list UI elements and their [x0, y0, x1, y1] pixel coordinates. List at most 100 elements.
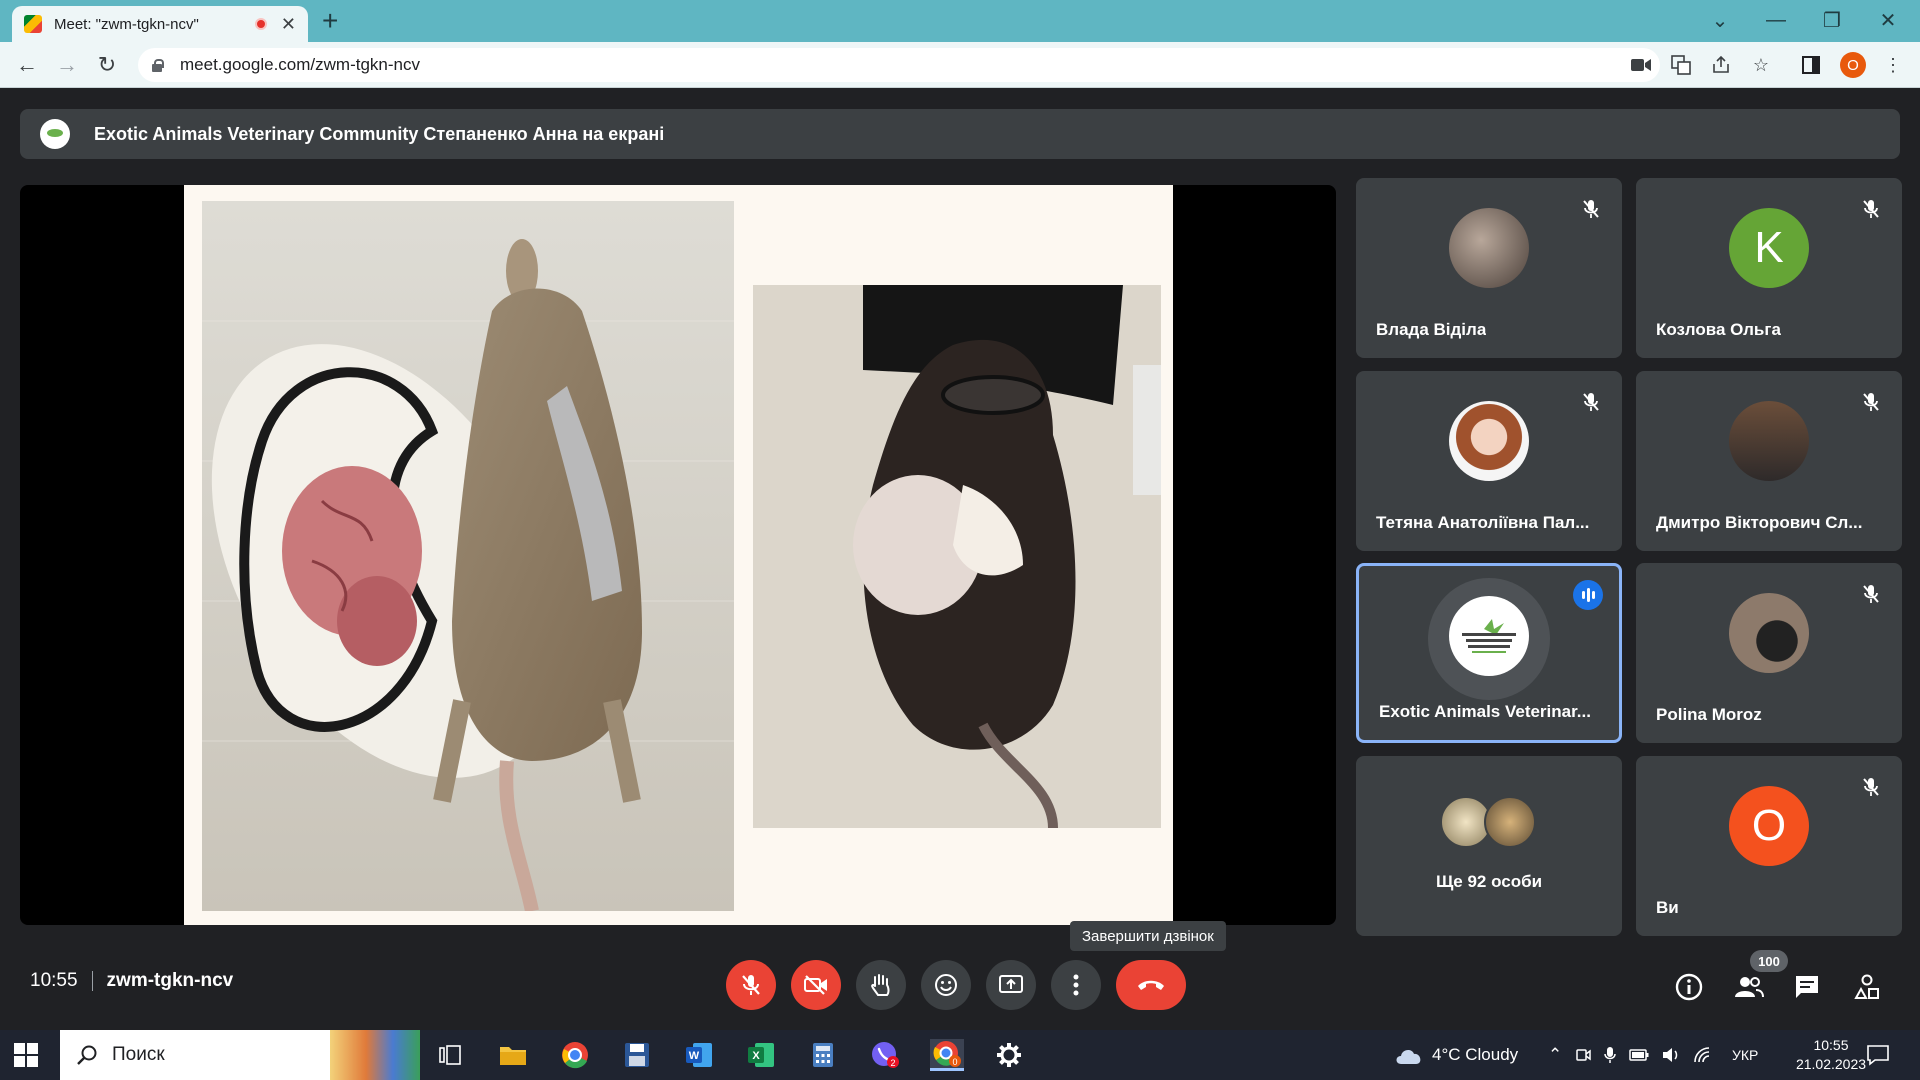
meet-tray-icon[interactable] [1575, 1047, 1591, 1063]
meeting-time: 10:55 [30, 970, 78, 991]
save-app-icon[interactable] [620, 1039, 654, 1071]
present-screen-button[interactable] [986, 960, 1036, 1010]
participant-avatar-photo [1449, 208, 1529, 288]
share-icon[interactable] [1708, 52, 1734, 78]
tab-title: Meet: "zwm-tgkn-ncv" [54, 15, 199, 33]
raise-hand-icon [871, 974, 890, 996]
speaking-indicator-icon [1573, 580, 1603, 610]
divider [91, 971, 93, 991]
bookmark-star-icon[interactable]: ☆ [1748, 52, 1774, 78]
participant-avatar-photo [1449, 401, 1529, 481]
url-input[interactable]: meet.google.com/zwm-tgkn-ncv [138, 48, 1660, 82]
chrome-active-app-icon[interactable]: 0 [930, 1039, 964, 1071]
url-text: meet.google.com/zwm-tgkn-ncv [180, 55, 420, 74]
shared-screen [20, 185, 1336, 925]
participants-count-badge: 100 [1750, 950, 1788, 972]
back-button[interactable]: ← [12, 50, 42, 80]
slide-photo-rat-tumor-removed [202, 201, 734, 911]
mic-off-icon [1578, 389, 1604, 415]
search-icon [77, 1045, 97, 1065]
chevron-up-icon[interactable]: ⌃ [1548, 1045, 1562, 1065]
task-view-icon[interactable] [433, 1039, 467, 1071]
cloud-icon [1396, 1050, 1421, 1064]
taskbar-clock[interactable]: 10:55 21.02.2023 [1790, 1030, 1872, 1080]
new-tab-button[interactable]: + [322, 6, 338, 36]
self-tile[interactable]: О Ви [1636, 756, 1902, 936]
wifi-icon[interactable] [1693, 1047, 1711, 1063]
more-participants-tile[interactable]: Ще 92 особи [1356, 756, 1622, 936]
participant-name: Тетяна Анатоліївна Пал... [1376, 513, 1590, 532]
volume-icon[interactable] [1662, 1047, 1680, 1063]
participant-tile[interactable]: K Козлова Ольга [1636, 178, 1902, 358]
mic-off-icon [1858, 196, 1884, 222]
group-avatar-2 [1484, 796, 1536, 848]
toggle-camera-button[interactable] [791, 960, 841, 1010]
presentation-banner-text: Exotic Animals Veterinary Community Степ… [94, 123, 665, 144]
close-window-button[interactable]: ✕ [1860, 0, 1916, 40]
emoji-icon [935, 974, 957, 996]
participant-tile[interactable]: Polina Moroz [1636, 563, 1902, 743]
reactions-button[interactable] [921, 960, 971, 1010]
end-call-tooltip: Завершити дзвінок [1070, 921, 1226, 951]
more-participants-label: Ще 92 особи [1435, 872, 1543, 891]
settings-gear-icon[interactable] [992, 1039, 1026, 1071]
close-tab-icon[interactable]: ✕ [281, 14, 296, 35]
activities-button[interactable] [1850, 970, 1884, 1004]
battery-icon[interactable] [1629, 1049, 1649, 1061]
chrome-app-icon[interactable] [558, 1039, 592, 1071]
file-explorer-icon[interactable] [496, 1039, 530, 1071]
browser-tab-meet[interactable]: Meet: "zwm-tgkn-ncv" ✕ [12, 6, 308, 42]
participant-avatar-photo [1729, 593, 1809, 673]
profile-avatar[interactable]: O [1840, 52, 1866, 78]
mic-off-icon [742, 975, 760, 995]
search-highlight-image [330, 1030, 420, 1080]
windows-taskbar: Поиск W X 2 0 4°C Cloudy ⌃ УКР 10:55 21.… [0, 1030, 1920, 1080]
chat-button[interactable] [1790, 970, 1824, 1004]
browser-menu-icon[interactable]: ⋮ [1880, 52, 1906, 78]
weather-text: 4°C Cloudy [1432, 1045, 1519, 1064]
participant-tile[interactable]: Дмитро Вікторович Сл... [1636, 371, 1902, 551]
mic-off-icon [1858, 774, 1884, 800]
reload-button[interactable]: ↻ [92, 50, 122, 80]
camera-blocked-icon[interactable] [1628, 52, 1654, 78]
microphone-tray-icon[interactable] [1604, 1046, 1616, 1064]
excel-app-icon[interactable]: X [744, 1039, 778, 1071]
participant-tile[interactable]: Влада Віділа [1356, 178, 1622, 358]
weather-widget[interactable]: 4°C Cloudy [1394, 1030, 1518, 1080]
notifications-icon[interactable] [1866, 1030, 1890, 1080]
viber-badge-count: 2 [890, 1058, 895, 1068]
mic-off-icon [1578, 196, 1604, 222]
activities-shapes-icon [1854, 974, 1879, 999]
info-icon [1675, 973, 1703, 1001]
tab-search-chevron-icon[interactable]: ⌄ [1692, 0, 1748, 40]
presentation-slide [184, 185, 1173, 925]
start-button[interactable] [14, 1043, 38, 1067]
more-options-button[interactable] [1051, 960, 1101, 1010]
participant-tile[interactable]: Тетяна Анатоліївна Пал... [1356, 371, 1622, 551]
forward-button[interactable]: → [52, 50, 82, 80]
translate-icon[interactable] [1668, 52, 1694, 78]
camera-off-icon [804, 975, 827, 995]
toggle-microphone-button[interactable] [726, 960, 776, 1010]
meeting-controls-bar: 10:55 zwm-tgkn-ncv 100 [0, 950, 1920, 1030]
end-call-button[interactable] [1116, 960, 1186, 1010]
raise-hand-button[interactable] [856, 960, 906, 1010]
participant-avatar-photo [1729, 401, 1809, 481]
taskbar-search-box[interactable]: Поиск [60, 1030, 420, 1080]
viber-app-icon[interactable]: 2 [868, 1039, 902, 1071]
restore-button[interactable]: ❐ [1804, 0, 1860, 40]
word-app-icon[interactable]: W [682, 1039, 716, 1071]
side-panel-icon[interactable] [1798, 52, 1824, 78]
participant-name: Ви [1656, 898, 1679, 917]
meeting-code: zwm-tgkn-ncv [106, 970, 234, 991]
browser-tab-strip: Meet: "zwm-tgkn-ncv" ✕ + ⌄ — ❐ ✕ [0, 0, 1920, 42]
chrome-badge-count: 0 [952, 1057, 957, 1067]
input-language[interactable]: УКР [1732, 1030, 1758, 1080]
minimize-button[interactable]: — [1748, 0, 1804, 40]
calculator-app-icon[interactable] [806, 1039, 840, 1071]
meeting-details-button[interactable] [1672, 970, 1706, 1004]
participant-name: Влада Віділа [1376, 320, 1487, 339]
participant-avatar-letter: K [1729, 208, 1809, 288]
participant-tile-speaking[interactable]: Exotic Animals Veterinar... [1356, 563, 1622, 743]
show-everyone-button[interactable] [1732, 970, 1766, 1004]
